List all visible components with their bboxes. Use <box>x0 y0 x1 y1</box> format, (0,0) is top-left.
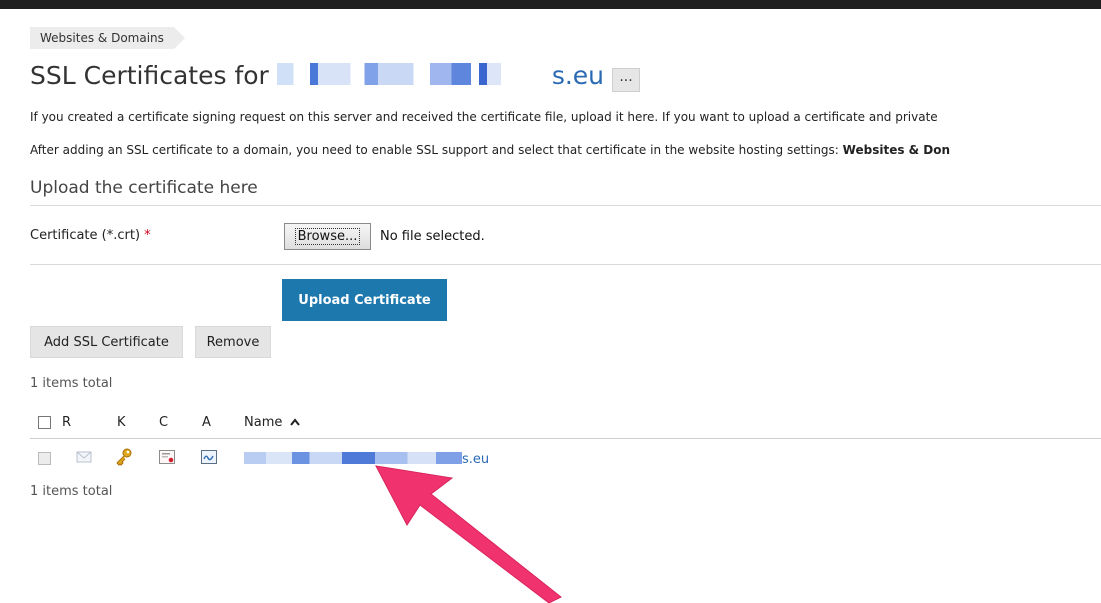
certificate-name-link[interactable]: s.eu <box>244 452 489 467</box>
remove-button[interactable]: Remove <box>195 326 271 358</box>
info-text-enable-ssl-path: Websites & Don <box>842 143 951 157</box>
certificate-field-label: Certificate (*.crt) * <box>30 228 151 243</box>
info-text-enable-ssl: After adding an SSL certificate to a dom… <box>30 143 950 157</box>
info-text-enable-ssl-main: After adding an SSL certificate to a dom… <box>30 143 843 157</box>
page-title-prefix: SSL Certificates for <box>30 61 269 90</box>
info-text-upload: If you created a certificate signing req… <box>30 110 938 124</box>
add-ssl-certificate-button[interactable]: Add SSL Certificate <box>30 326 183 358</box>
column-header-a[interactable]: A <box>202 415 211 430</box>
envelope-icon <box>76 451 92 463</box>
more-button[interactable]: ... <box>612 68 641 92</box>
items-total-bottom: 1 items total <box>30 484 113 499</box>
file-status-text: No file selected. <box>380 229 485 244</box>
column-header-name[interactable]: Name <box>244 415 300 430</box>
upload-section-title: Upload the certificate here <box>30 178 258 198</box>
column-header-r[interactable]: R <box>62 415 71 430</box>
ca-certificate-icon <box>201 450 217 464</box>
browse-button[interactable]: Browse... <box>284 223 371 250</box>
breadcrumb[interactable]: Websites & Domains <box>30 27 185 49</box>
row-checkbox[interactable] <box>38 452 51 465</box>
required-mark: * <box>144 228 151 243</box>
upload-certificate-button[interactable]: Upload Certificate <box>282 279 447 321</box>
certificate-field-label-text: Certificate (*.crt) <box>30 228 141 243</box>
table-header-divider <box>30 438 1101 439</box>
certificate-name-suffix: s.eu <box>462 452 490 467</box>
browse-button-label: Browse... <box>294 228 361 245</box>
divider <box>30 264 1101 265</box>
page-title: SSL Certificates for s.eu... <box>30 56 641 96</box>
obscured-certificate-name <box>244 452 462 464</box>
certificate-icon <box>159 450 175 464</box>
obscured-domain <box>276 63 550 85</box>
key-icon <box>116 448 132 466</box>
divider <box>30 205 1101 206</box>
breadcrumb-label: Websites & Domains <box>40 31 164 45</box>
items-total-top: 1 items total <box>30 376 113 391</box>
top-bar <box>0 0 1101 9</box>
column-header-c[interactable]: C <box>159 415 168 430</box>
column-header-k[interactable]: K <box>117 415 126 430</box>
domain-suffix: s.eu <box>551 61 605 90</box>
column-header-name-label: Name <box>244 415 283 430</box>
select-all-checkbox[interactable] <box>38 416 51 429</box>
sort-up-icon <box>289 418 300 426</box>
